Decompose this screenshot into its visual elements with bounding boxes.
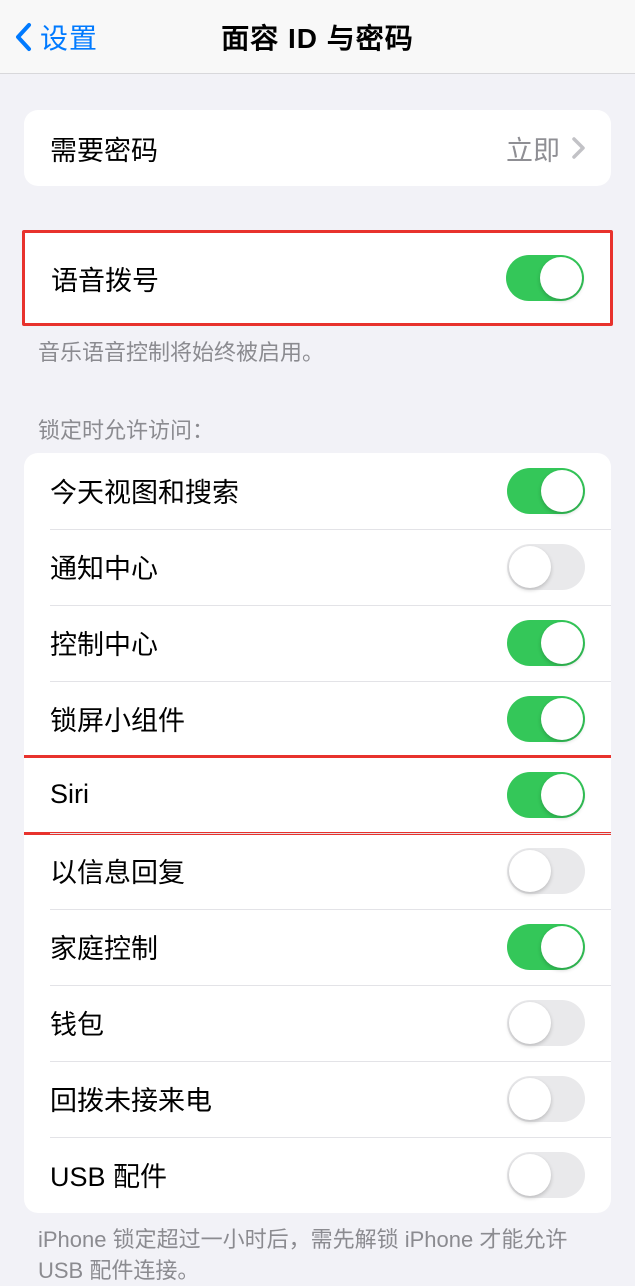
lock-item-label: USB 配件 [50,1155,167,1194]
lock-item-label: 钱包 [50,1003,104,1042]
voice-dial-group: 语音拨号 [22,230,613,326]
lock-item-row: 今天视图和搜索 [24,453,611,529]
lock-item-toggle[interactable] [507,620,585,666]
lock-item-toggle[interactable] [507,544,585,590]
lock-item-label: 控制中心 [50,623,158,662]
lock-item-row: 控制中心 [24,605,611,681]
lock-item-label: 家庭控制 [50,927,158,966]
lock-item-row: 通知中心 [24,529,611,605]
navigation-bar: 设置 面容 ID 与密码 [0,0,635,74]
lock-access-header: 锁定时允许访问： [0,383,635,453]
passcode-group: 需要密码 立即 [24,110,611,186]
lock-item-row: 锁屏小组件 [24,681,611,757]
chevron-left-icon [8,19,38,55]
lock-item-label: 锁屏小组件 [50,699,185,738]
lock-item-toggle[interactable] [507,772,585,818]
lock-item-label: 今天视图和搜索 [50,471,239,510]
voice-dial-footer: 音乐语音控制将始终被启用。 [0,326,635,369]
lock-item-label: Siri [50,779,89,810]
voice-dial-row: 语音拨号 [25,233,610,323]
lock-item-toggle[interactable] [507,468,585,514]
lock-access-footer: iPhone 锁定超过一小时后，需先解锁 iPhone 才能允许 USB 配件连… [0,1213,635,1286]
lock-item-toggle[interactable] [507,924,585,970]
require-passcode-label: 需要密码 [50,129,158,168]
lock-access-group: 今天视图和搜索通知中心控制中心锁屏小组件 Siri 以信息回复家庭控制钱包回拨未接来… [24,453,611,1213]
lock-item-row: 钱包 [24,985,611,1061]
lock-item-toggle[interactable] [507,848,585,894]
lock-item-toggle[interactable] [507,1076,585,1122]
lock-item-label: 以信息回复 [50,851,185,890]
lock-item-toggle[interactable] [507,1000,585,1046]
lock-item-row: 以信息回复 [24,833,611,909]
page-title: 面容 ID 与密码 [221,17,414,57]
voice-dial-toggle[interactable] [506,255,584,301]
require-passcode-row[interactable]: 需要密码 立即 [24,110,611,186]
lock-item-row: 回拨未接来电 [24,1061,611,1137]
lock-item-row: USB 配件 [24,1137,611,1213]
lock-item-row: 家庭控制 [24,909,611,985]
lock-item-label: 通知中心 [50,547,158,586]
back-button[interactable]: 设置 [8,17,98,57]
lock-item-label: 回拨未接来电 [50,1079,212,1118]
chevron-right-icon [572,137,585,159]
lock-item-row: Siri [24,757,611,833]
voice-dial-label: 语音拨号 [51,259,159,298]
lock-item-toggle[interactable] [507,1152,585,1198]
back-label: 设置 [40,17,98,57]
lock-item-toggle[interactable] [507,696,585,742]
require-passcode-value: 立即 [506,129,560,168]
